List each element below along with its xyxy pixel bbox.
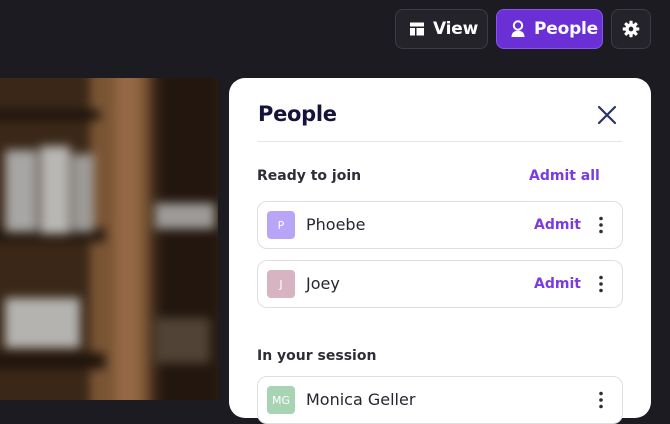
more-options-icon[interactable] bbox=[592, 390, 610, 410]
admit-all-button[interactable]: Admit all bbox=[529, 168, 600, 184]
avatar: J bbox=[267, 270, 295, 298]
admit-button[interactable]: Admit bbox=[534, 276, 581, 292]
close-icon[interactable] bbox=[595, 103, 619, 127]
view-button[interactable]: View bbox=[395, 9, 488, 49]
avatar: MG bbox=[267, 386, 295, 414]
panel-divider bbox=[257, 141, 622, 142]
in-session-label: In your session bbox=[257, 348, 377, 364]
participant-name: Phoebe bbox=[306, 215, 366, 234]
people-panel: People Ready to join Admit all P Phoebe … bbox=[229, 78, 651, 424]
more-options-icon[interactable] bbox=[592, 274, 610, 294]
gear-icon bbox=[622, 20, 640, 38]
session-row-monica: MG Monica Geller bbox=[257, 376, 623, 424]
more-options-icon[interactable] bbox=[592, 215, 610, 235]
person-icon bbox=[510, 20, 526, 38]
avatar: P bbox=[267, 211, 295, 239]
participant-name: Joey bbox=[306, 274, 340, 293]
admit-button[interactable]: Admit bbox=[534, 217, 581, 233]
video-tile bbox=[0, 78, 218, 400]
layout-icon bbox=[409, 21, 425, 37]
view-button-label: View bbox=[433, 19, 479, 39]
settings-button[interactable] bbox=[611, 9, 651, 49]
people-button-label: People bbox=[534, 19, 598, 39]
ready-to-join-label: Ready to join bbox=[257, 168, 362, 184]
waiting-row-phoebe: P Phoebe Admit bbox=[257, 201, 623, 249]
panel-title: People bbox=[258, 102, 337, 126]
people-button[interactable]: People bbox=[496, 9, 603, 49]
waiting-row-joey: J Joey Admit bbox=[257, 260, 623, 308]
